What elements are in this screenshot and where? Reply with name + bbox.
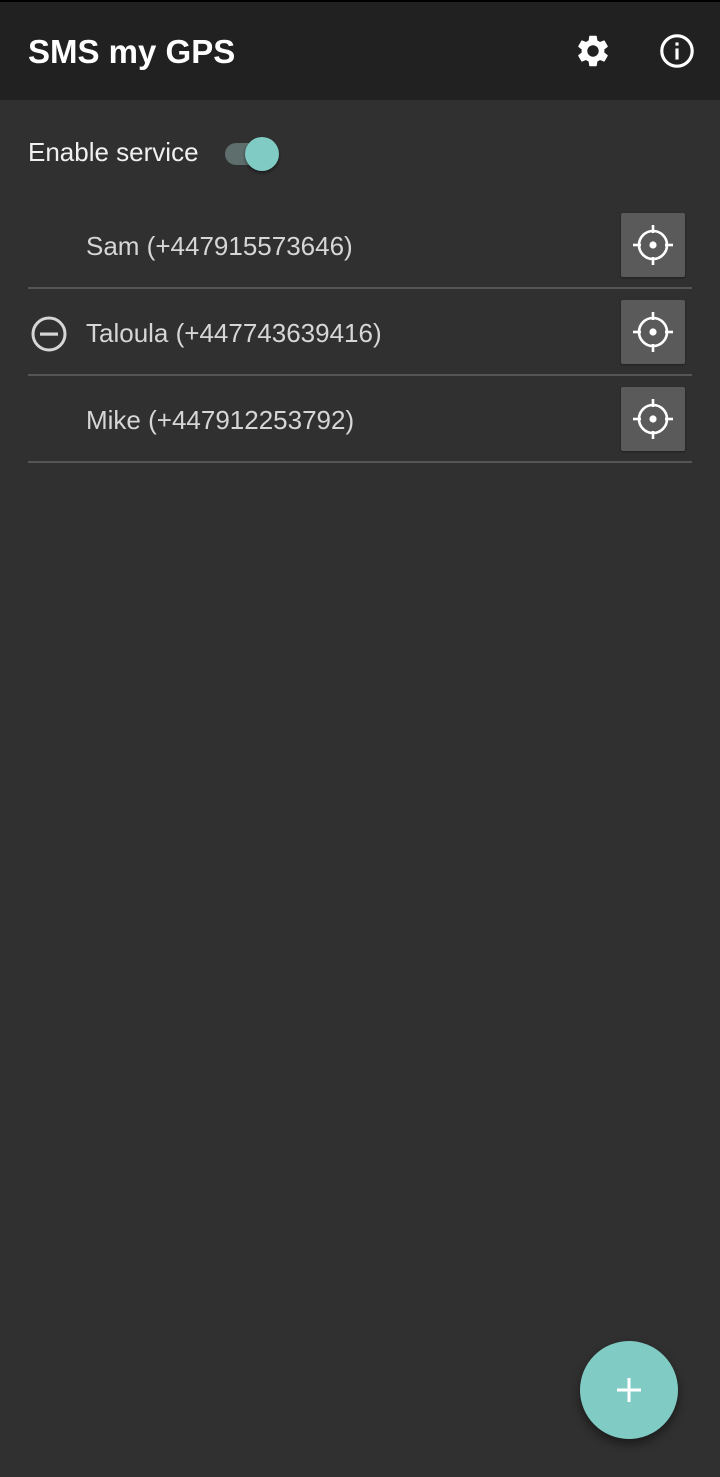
gear-icon: [578, 35, 608, 67]
contact-row: Sam (+447915573646): [28, 202, 692, 289]
info-icon: [660, 34, 694, 68]
enable-service-row: Enable service: [28, 127, 279, 177]
contact-row: Mike (+447912253792): [28, 376, 692, 463]
locate-button[interactable]: [621, 387, 685, 451]
crosshair-icon: [633, 225, 673, 265]
switch-thumb: [244, 137, 279, 171]
contact-label[interactable]: Mike (+447912253792): [86, 400, 354, 440]
settings-button[interactable]: [571, 29, 615, 73]
remove-contact-button[interactable]: [28, 313, 70, 355]
contact-list: Sam (+447915573646) Taloula (+4477436394…: [28, 202, 692, 463]
crosshair-icon: [633, 399, 673, 439]
contact-label[interactable]: Taloula (+447743639416): [86, 313, 382, 353]
contact-label[interactable]: Sam (+447915573646): [86, 226, 353, 266]
remove-circle-icon: [31, 316, 67, 352]
enable-service-switch[interactable]: [221, 132, 279, 172]
enable-service-label: Enable service: [28, 136, 199, 167]
crosshair-icon: [633, 312, 673, 352]
locate-button[interactable]: [621, 213, 685, 277]
contact-row: Taloula (+447743639416): [28, 289, 692, 376]
info-button[interactable]: [655, 29, 699, 73]
app-bar: SMS my GPS: [0, 2, 720, 100]
app-title: SMS my GPS: [28, 33, 236, 70]
add-contact-button[interactable]: [580, 1341, 678, 1439]
plus-icon: [617, 1378, 641, 1402]
locate-button[interactable]: [621, 300, 685, 364]
